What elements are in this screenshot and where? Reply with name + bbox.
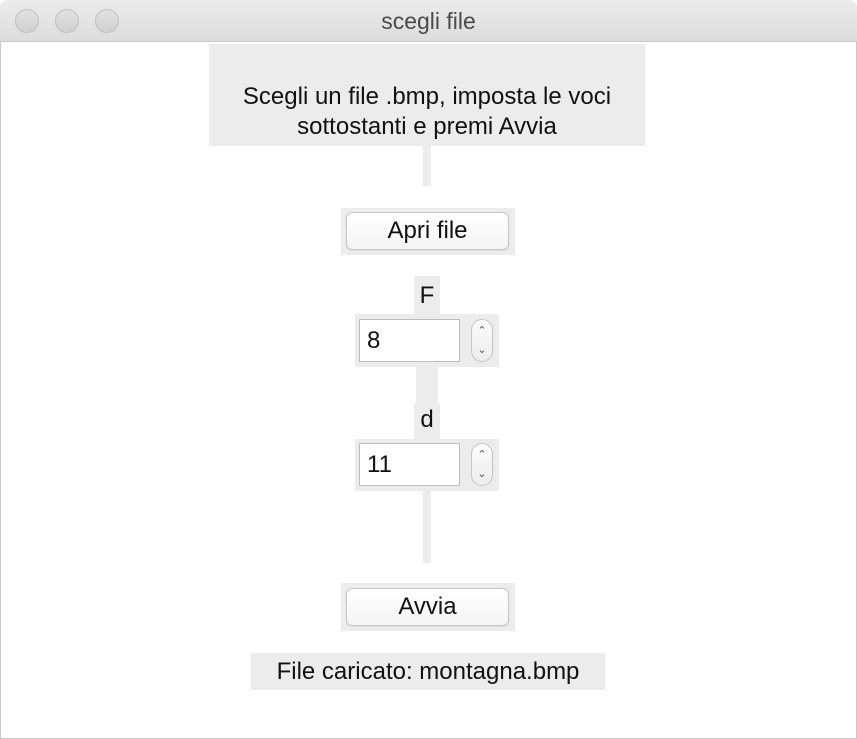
- f-label: F: [419, 282, 435, 309]
- instructions-line-1: Scegli un file .bmp, imposta le voci: [242, 83, 612, 110]
- instructions-label: Scegli un file .bmp, imposta le voci sot…: [209, 44, 645, 146]
- start-button[interactable]: Avvia: [346, 588, 509, 626]
- d-value-input[interactable]: 11: [359, 443, 460, 486]
- f-stepper[interactable]: ⌃ ⌄: [471, 319, 493, 362]
- chevron-down-icon[interactable]: ⌄: [472, 340, 492, 360]
- spacer-strip: [416, 367, 438, 403]
- title-bar: scegli file: [0, 0, 857, 42]
- status-label: File caricato: montagna.bmp: [251, 653, 605, 690]
- app-window: scegli file Scegli un file .bmp, imposta…: [0, 0, 857, 739]
- instructions-line-2: sottostanti e premi Avvia: [297, 113, 557, 140]
- f-value-input[interactable]: 8: [359, 319, 460, 362]
- d-stepper[interactable]: ⌃ ⌄: [471, 443, 493, 486]
- chevron-up-icon[interactable]: ⌃: [472, 321, 492, 341]
- window-title: scegli file: [381, 8, 476, 34]
- d-label: d: [420, 406, 434, 433]
- spacer-strip: [423, 146, 431, 186]
- spacer-strip: [423, 491, 431, 563]
- chevron-up-icon[interactable]: ⌃: [472, 445, 492, 465]
- open-file-button[interactable]: Apri file: [346, 212, 509, 250]
- chevron-down-icon[interactable]: ⌄: [472, 464, 492, 484]
